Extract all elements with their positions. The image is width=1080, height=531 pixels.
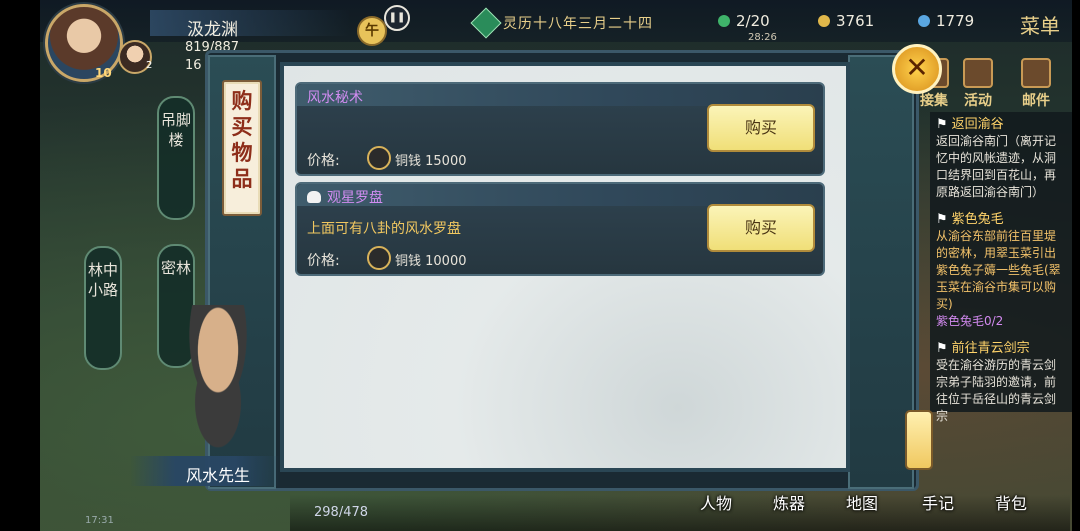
nav-map[interactable]: 地图 (846, 490, 878, 514)
item-header (297, 84, 823, 106)
name-plate (150, 10, 350, 36)
nav-character[interactable]: 人物 (700, 490, 732, 514)
copper-value: 3761 (836, 12, 875, 30)
flag-icon: ⚑ (936, 212, 948, 227)
quest-title: 紫色兔毛 (951, 212, 1004, 227)
quest-item[interactable]: ⚑ 前往青云剑宗 受在渝谷游历的青云剑宗弟子陆羽的邀请，前往位于岳径山的青云剑宗 (930, 336, 1072, 431)
item-price: 铜钱 15000 (395, 154, 467, 169)
buy-button[interactable]: 购买 (707, 104, 815, 152)
copper-stat: 3761 (818, 12, 874, 30)
item-name-row: 观星罗盘 (307, 187, 383, 207)
spirit-stat: 1779 (918, 12, 974, 30)
quest-desc: 受在渝谷游历的青云剑宗弟子陆羽的邀请，前往位于岳径山的青云剑宗 (936, 358, 1057, 423)
bag-icon (307, 191, 321, 203)
quest-desc: 从渝谷东部前往百里堤的密林，用翠玉菜引出紫色兔子薅一些兔毛(翠玉菜在渝谷市集可以… (936, 229, 1061, 311)
quest-item[interactable]: ⚑ 返回渝谷 返回渝谷南门（离开记忆中的风帐遗迹，从洞口结界回到百花山，再原路返回… (930, 112, 1072, 207)
nav-crafting[interactable]: 炼器 (773, 490, 805, 514)
companion-level: 2 (146, 60, 153, 71)
pause-button[interactable]: ❚❚ (384, 5, 410, 31)
quest-title: 返回渝谷 (951, 117, 1004, 132)
stamina-stat: 2/20 (718, 12, 770, 30)
location-forest-path[interactable]: 林中小路 (84, 246, 122, 370)
npc-name: 风水先生 (186, 466, 251, 485)
copper-coin-icon (818, 15, 830, 27)
game-date: 灵历十八年三月二十四 (503, 16, 653, 32)
quest-item[interactable]: ⚑ 紫色兔毛 从渝谷东部前往百里堤的密林，用翠玉菜引出紫色兔子薅一些兔毛(翠玉菜在… (930, 207, 1072, 336)
player-level: 10 (95, 66, 112, 80)
gift-icon (963, 58, 993, 88)
exp-value: 298/478 (314, 505, 369, 520)
stamina-timer: 28:26 (748, 32, 777, 43)
activity-button[interactable]: 活动 (954, 58, 1002, 110)
flag-icon: ⚑ (936, 341, 948, 356)
mail-button[interactable]: 邮件 (1012, 58, 1060, 110)
system-time: 17:31 (85, 515, 114, 526)
right-letterbox (1072, 0, 1080, 531)
location-diaojiaolou[interactable]: 吊脚楼 (157, 96, 195, 220)
item-name: 观星罗盘 (327, 190, 383, 206)
quest-panel: ⚑ 返回渝谷 返回渝谷南门（离开记忆中的风帐遗迹，从洞口结界回到百花山，再原路返回… (930, 112, 1072, 423)
stamina-value: 2/20 (736, 12, 770, 30)
item-name: 风水秘术 (307, 90, 363, 106)
npc-portrait (168, 305, 268, 455)
mail-icon (1021, 58, 1051, 88)
item-price: 铜钱 10000 (395, 254, 467, 269)
spirit-value: 1779 (936, 12, 975, 30)
menu-button[interactable]: 菜单 (1020, 10, 1060, 39)
lantern-icon (905, 410, 933, 470)
shop-tab-title: 购买物品 (222, 80, 262, 216)
quest-desc: 返回渝谷南门（离开记忆中的风帐遗迹，从洞口结界回到百花山，再原路返回渝谷南门） (936, 134, 1057, 199)
stamina-icon (718, 15, 730, 27)
copper-coin-icon (367, 146, 391, 170)
shop-item-card: 观星罗盘 上面可有八卦的风水罗盘 价格: 铜钱 10000 购买 (295, 182, 825, 276)
time-of-day-badge: 午 (357, 16, 387, 46)
price-label: 价格: (307, 253, 340, 269)
nav-journal[interactable]: 手记 (922, 490, 954, 514)
spirit-stone-icon (918, 15, 930, 27)
price-label: 价格: (307, 153, 340, 169)
mp-value: 16 (185, 58, 202, 73)
copper-coin-icon (367, 246, 391, 270)
item-description: 上面可有八卦的风水罗盘 (307, 221, 461, 237)
left-letterbox (0, 0, 40, 531)
flag-icon: ⚑ (936, 117, 948, 132)
quest-title: 前往青云剑宗 (951, 341, 1030, 356)
quest-progress: 紫色兔毛0/2 (936, 314, 1004, 328)
nav-backpack[interactable]: 背包 (995, 490, 1027, 514)
shop-item-card: 风水秘术 价格: 铜钱 15000 购买 (295, 82, 825, 176)
player-name: 汲龙渊 (187, 20, 238, 40)
close-button[interactable]: ✕ (892, 44, 942, 94)
buy-button[interactable]: 购买 (707, 204, 815, 252)
